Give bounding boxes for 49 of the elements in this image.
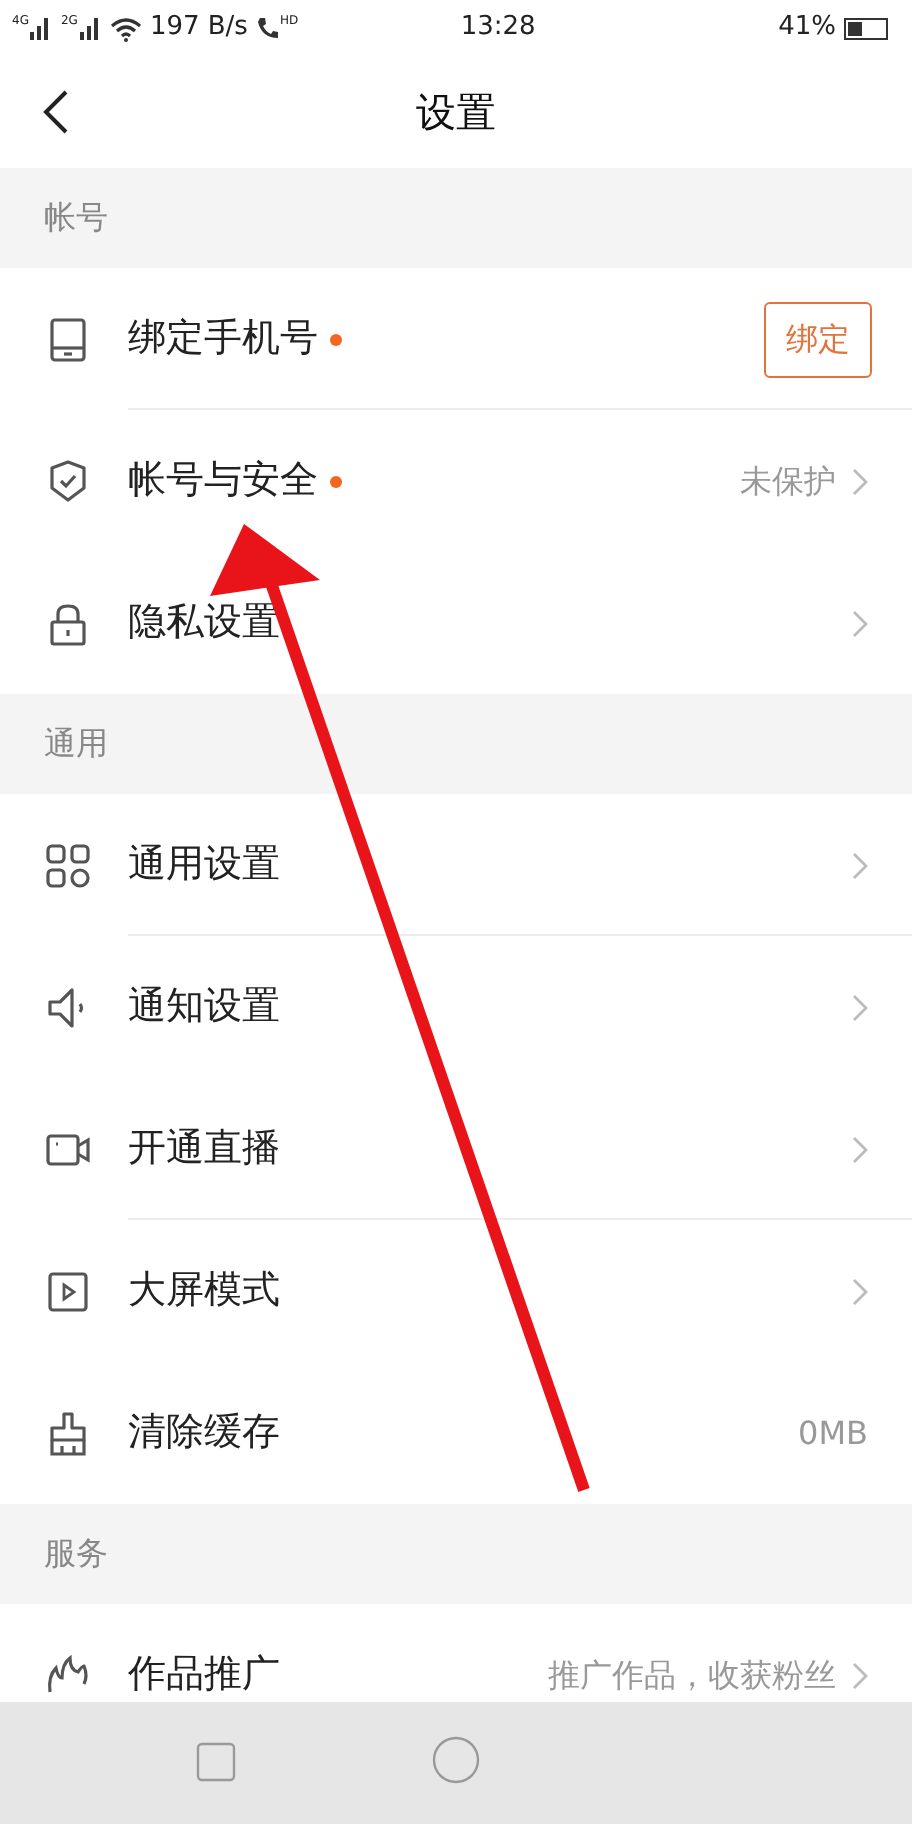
- wifi-icon: [109, 15, 142, 41]
- section-header: 帐号: [44, 196, 108, 240]
- network-speed: 197 B/s: [149, 10, 248, 47]
- shield-check-icon: [44, 457, 92, 505]
- row-label: 隐私设置: [128, 598, 280, 649]
- brush-icon: [44, 1409, 92, 1457]
- row-label: 开通直播: [128, 1124, 280, 1175]
- settings-row[interactable]: 帐号与安全 未保护: [0, 410, 912, 552]
- section-header: 服务: [44, 1532, 108, 1576]
- section-header: 通用: [44, 722, 108, 766]
- signal-icon: [77, 16, 102, 40]
- row-label: 通用设置: [128, 840, 280, 891]
- row-value: 推广作品，收获粉丝: [548, 1653, 836, 1697]
- chevron-right-icon: [852, 851, 868, 879]
- chevron-right-icon: [852, 1661, 868, 1689]
- chevron-right-icon: [852, 1277, 868, 1305]
- grid-icon: [44, 841, 92, 889]
- battery-percentage: 41%: [778, 10, 836, 47]
- settings-row[interactable]: 通知设置: [0, 936, 912, 1078]
- home-icon[interactable]: [432, 1736, 480, 1784]
- chevron-right-icon: [852, 993, 868, 1021]
- row-label: 清除缓存: [128, 1408, 280, 1459]
- row-label: 绑定手机号: [128, 314, 318, 365]
- back-icon: [42, 88, 70, 136]
- tablet-icon: [44, 315, 92, 363]
- play-icon: [44, 1267, 92, 1315]
- lock-icon: [44, 599, 92, 647]
- phone-icon: [255, 16, 280, 40]
- settings-row[interactable]: 清除缓存 0MB: [0, 1362, 912, 1504]
- chevron-right-icon: [852, 1135, 868, 1163]
- row-value: 0MB: [798, 1411, 868, 1455]
- settings-row[interactable]: 隐私设置: [0, 552, 912, 694]
- signal-icon: [28, 16, 53, 40]
- row-label: 大屏模式: [128, 1266, 280, 1317]
- chevron-right-icon: [852, 609, 868, 637]
- chevron-right-icon: [852, 467, 868, 495]
- settings-row[interactable]: 开通直播: [0, 1078, 912, 1220]
- recent-apps-icon[interactable]: [196, 1742, 236, 1782]
- settings-row[interactable]: 大屏模式: [0, 1220, 912, 1362]
- row-label: 帐号与安全: [128, 456, 318, 507]
- page-title: 设置: [416, 86, 496, 140]
- settings-row[interactable]: 绑定手机号 绑定: [0, 268, 912, 410]
- row-value: 未保护: [740, 459, 836, 503]
- battery-icon: [844, 17, 888, 39]
- row-label: 通知设置: [128, 982, 280, 1033]
- clock: 13:28: [460, 10, 536, 47]
- row-label: 作品推广: [128, 1650, 280, 1701]
- settings-row[interactable]: 通用设置: [0, 794, 912, 936]
- settings-row[interactable]: 作品推广 推广作品，收获粉丝: [0, 1604, 912, 1702]
